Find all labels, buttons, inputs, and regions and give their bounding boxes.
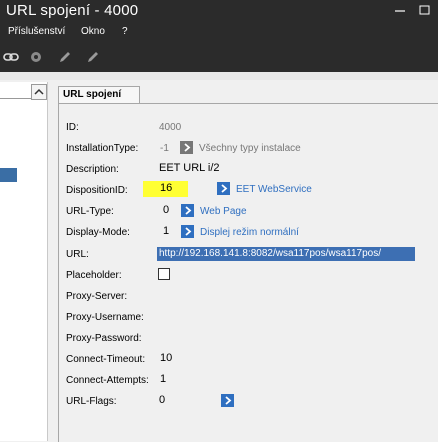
menu-item-okno[interactable]: Okno [81, 26, 105, 37]
disposition-id-field[interactable]: 16 [160, 182, 172, 194]
menu-item-prislusenstvi[interactable]: Příslušenství [8, 26, 65, 37]
label-id: ID: [66, 122, 79, 133]
display-mode-link[interactable]: Displej režim normální [200, 227, 299, 238]
url-field[interactable]: http://192.168.141.8:8082/wsa117pos/wsa1… [157, 247, 415, 261]
window-title: URL spojení - 4000 [6, 2, 139, 19]
label-placeholder: Placeholder: [66, 270, 122, 281]
selected-tree-item[interactable] [0, 168, 17, 182]
installation-type-link-button[interactable] [180, 141, 193, 154]
label-disposition-id: DispositionID: [66, 185, 128, 196]
label-description: Description: [66, 164, 119, 175]
restore-icon[interactable] [418, 4, 434, 16]
url-type-field[interactable]: 0 [163, 204, 169, 216]
label-connect-attempts: Connect-Attempts: [66, 375, 149, 386]
label-url-flags: URL-Flags: [66, 396, 117, 407]
pencil-icon[interactable] [57, 49, 73, 65]
label-proxy-server: Proxy-Server: [66, 291, 128, 302]
link-icon[interactable] [3, 49, 19, 65]
display-mode-field[interactable]: 1 [163, 225, 169, 237]
label-display-mode: Display-Mode: [66, 227, 130, 238]
label-installation-type: InstallationType: [66, 143, 139, 154]
installation-type-value: -1 [160, 143, 169, 154]
id-value: 4000 [159, 122, 182, 133]
label-url-type: URL-Type: [66, 206, 114, 217]
tab-url-spojeni[interactable]: URL spojení [58, 86, 140, 103]
label-url: URL: [66, 249, 89, 260]
title-bar: URL spojení - 4000 [0, 0, 438, 21]
navigation-pane [0, 82, 48, 441]
toolbar-separator [0, 72, 438, 80]
url-type-link[interactable]: Web Page [200, 206, 247, 217]
connect-timeout-field[interactable]: 10 [160, 352, 172, 364]
placeholder-checkbox[interactable] [158, 268, 170, 280]
url-connection-form: ID: 4000 InstallationType: -1 Všechny ty… [58, 103, 438, 442]
label-proxy-password: Proxy-Password: [66, 333, 142, 344]
url-flags-field[interactable]: 0 [159, 394, 165, 406]
label-proxy-username: Proxy-Username: [66, 312, 144, 323]
url-flags-button[interactable] [221, 394, 234, 407]
minimize-icon[interactable] [392, 4, 408, 16]
toolbar [0, 42, 438, 72]
menu-item-help[interactable]: ? [122, 26, 128, 37]
label-connect-timeout: Connect-Timeout: [66, 354, 146, 365]
disposition-link-button[interactable] [217, 182, 230, 195]
description-field[interactable]: EET URL i/2 [159, 162, 220, 174]
edit-icon[interactable] [85, 49, 101, 65]
menu-bar: Příslušenství Okno ? [0, 21, 438, 42]
navigation-header [0, 82, 32, 99]
tab-strip: URL spojení [58, 86, 438, 104]
installation-type-link[interactable]: Všechny typy instalace [199, 143, 301, 154]
display-mode-link-button[interactable] [181, 225, 194, 238]
scroll-up-icon[interactable] [31, 84, 47, 100]
disposition-link[interactable]: EET WebService [236, 184, 312, 195]
connect-attempts-field[interactable]: 1 [160, 373, 166, 385]
gear-icon[interactable] [28, 49, 44, 65]
url-type-link-button[interactable] [181, 204, 194, 217]
